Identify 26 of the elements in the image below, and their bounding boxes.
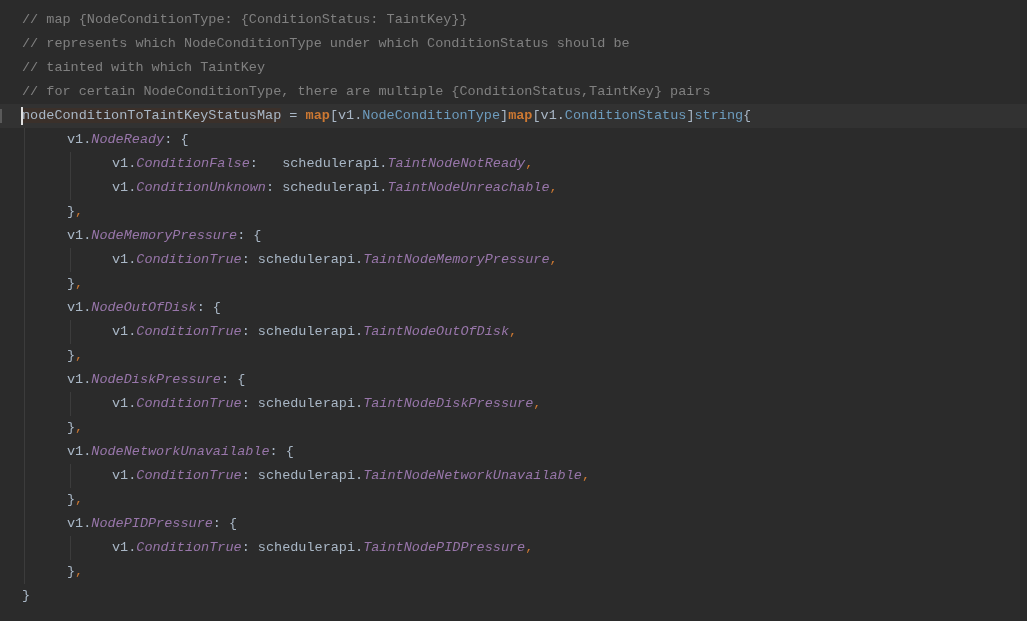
code-line: }, xyxy=(67,563,84,581)
code-line: v1.ConditionTrue: schedulerapi.TaintNodeNetworkUnavailable, xyxy=(112,467,591,485)
gutter-marker xyxy=(0,109,2,123)
code-line: v1.ConditionFalse: schedulerapi.TaintNodeNotReady, xyxy=(112,155,534,173)
code-line: v1.ConditionTrue: schedulerapi.TaintNodeMemoryPressure, xyxy=(112,251,558,269)
code-line: nodeConditionToTaintKeyStatusMap = map[v1.NodeConditionType]map[v1.ConditionStatus]string{ xyxy=(22,106,752,127)
code-line: // for certain NodeConditionType, there are multiple {ConditionStatus,TaintKey} pairs xyxy=(22,83,711,101)
code-line: // represents which NodeConditionType under which ConditionStatus should be xyxy=(22,35,630,53)
code-line: v1.ConditionTrue: schedulerapi.TaintNodeDiskPressure, xyxy=(112,395,542,413)
code-line: v1.NodeMemoryPressure: { xyxy=(67,227,262,245)
code-line: } xyxy=(22,587,31,605)
code-line: }, xyxy=(67,275,84,293)
code-line: }, xyxy=(67,203,84,221)
code-line: // tainted with which TaintKey xyxy=(22,59,266,77)
code-line: // map {NodeConditionType: {ConditionStatus: TaintKey}} xyxy=(22,11,468,29)
code-line: v1.NodePIDPressure: { xyxy=(67,515,238,533)
code-line: v1.NodeOutOfDisk: { xyxy=(67,299,221,317)
code-line: v1.NodeReady: { xyxy=(67,131,189,149)
code-line: v1.ConditionTrue: schedulerapi.TaintNodePIDPressure, xyxy=(112,539,534,557)
code-line: }, xyxy=(67,419,84,437)
code-line: }, xyxy=(67,491,84,509)
code-line: v1.NodeDiskPressure: { xyxy=(67,371,246,389)
code-line: v1.ConditionUnknown: schedulerapi.TaintNodeUnreachable, xyxy=(112,179,558,197)
code-line: v1.NodeNetworkUnavailable: { xyxy=(67,443,294,461)
code-line: v1.ConditionTrue: schedulerapi.TaintNodeOutOfDisk, xyxy=(112,323,518,341)
code-line: }, xyxy=(67,347,84,365)
